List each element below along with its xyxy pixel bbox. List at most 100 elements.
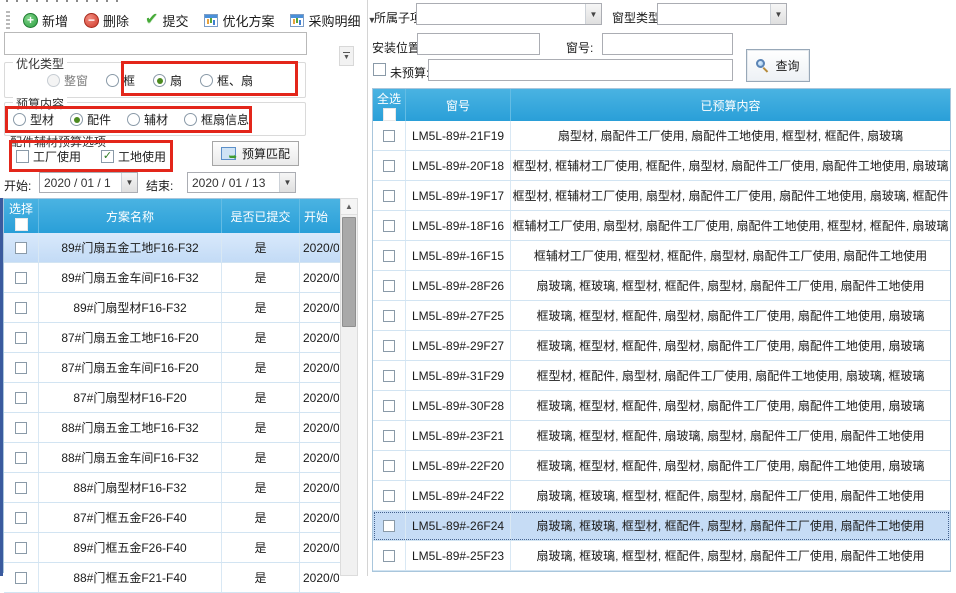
- budget-match-button[interactable]: 预算匹配: [212, 141, 299, 166]
- no-budget-checkbox[interactable]: [373, 63, 386, 76]
- radio-icon[interactable]: [70, 113, 83, 126]
- row-select-cell[interactable]: [373, 301, 406, 330]
- row-select-cell[interactable]: [373, 121, 406, 150]
- checkbox-icon[interactable]: [16, 150, 29, 163]
- select-all-checkbox[interactable]: [383, 108, 396, 121]
- chevron-down-icon[interactable]: ▼: [770, 4, 786, 24]
- row-checkbox[interactable]: [383, 430, 395, 442]
- row-checkbox[interactable]: [15, 242, 27, 254]
- radio-icon[interactable]: [13, 113, 26, 126]
- install-position-input[interactable]: [417, 33, 540, 55]
- scroll-up-arrow-icon[interactable]: ▲: [341, 199, 357, 215]
- table-row[interactable]: LM5L-89#-26F24扇玻璃, 框玻璃, 框型材, 框配件, 扇型材, 扇…: [373, 511, 950, 541]
- table-row[interactable]: 88#门框五金F21-F40是2020/0: [4, 563, 340, 593]
- plan-filter-input[interactable]: [4, 32, 307, 55]
- radio-option-辅材[interactable]: 辅材: [127, 111, 168, 128]
- row-checkbox[interactable]: [383, 130, 395, 142]
- row-select-cell[interactable]: [373, 451, 406, 480]
- row-select-cell[interactable]: [373, 331, 406, 360]
- submit-button[interactable]: ✔ 提交: [138, 8, 195, 33]
- table-row[interactable]: LM5L-89#-23F21框玻璃, 框型材, 框配件, 扇玻璃, 扇型材, 扇…: [373, 421, 950, 451]
- table-row[interactable]: 89#门框五金F26-F40是2020/0: [4, 533, 340, 563]
- radio-option-型材[interactable]: 型材: [13, 111, 54, 128]
- purchase-detail-button[interactable]: 采购明细 ▼: [283, 8, 383, 33]
- row-checkbox[interactable]: [383, 520, 395, 532]
- query-button[interactable]: 查询: [746, 49, 810, 82]
- table-row[interactable]: LM5L-89#-31F29框型材, 框配件, 扇型材, 扇配件工厂使用, 扇配…: [373, 361, 950, 391]
- row-checkbox[interactable]: [15, 302, 27, 314]
- delete-button[interactable]: − 删除: [77, 8, 136, 33]
- table-row[interactable]: LM5L-89#-27F25框玻璃, 框型材, 框配件, 扇型材, 扇配件工厂使…: [373, 301, 950, 331]
- sub-item-select[interactable]: ▼: [416, 3, 602, 25]
- table-row[interactable]: LM5L-89#-16F15框辅材工厂使用, 框型材, 框配件, 扇型材, 扇配…: [373, 241, 950, 271]
- row-checkbox[interactable]: [383, 460, 395, 472]
- row-checkbox[interactable]: [383, 160, 395, 172]
- table-row[interactable]: 89#门扇型材F16-F32是2020/0: [4, 293, 340, 323]
- scrollbar-thumb[interactable]: [342, 217, 356, 327]
- row-select-cell[interactable]: [4, 563, 39, 592]
- row-select-cell[interactable]: [373, 181, 406, 210]
- row-checkbox[interactable]: [383, 550, 395, 562]
- add-button[interactable]: + 新增: [16, 8, 75, 33]
- row-checkbox[interactable]: [383, 490, 395, 502]
- row-checkbox[interactable]: [383, 400, 395, 412]
- row-checkbox[interactable]: [15, 422, 27, 434]
- table-row[interactable]: LM5L-89#-30F28框玻璃, 框型材, 框配件, 扇型材, 扇配件工厂使…: [373, 391, 950, 421]
- radio-option-框、扇[interactable]: 框、扇: [200, 72, 253, 89]
- row-select-cell[interactable]: [4, 293, 39, 322]
- row-checkbox[interactable]: [15, 512, 27, 524]
- row-select-cell[interactable]: [373, 211, 406, 240]
- table-row[interactable]: 89#门扇五金车间F16-F32是2020/0: [4, 263, 340, 293]
- row-checkbox[interactable]: [383, 190, 395, 202]
- radio-option-框[interactable]: 框: [106, 72, 135, 89]
- table-row[interactable]: 87#门框五金F26-F40是2020/0: [4, 503, 340, 533]
- table-row[interactable]: LM5L-89#-22F20框玻璃, 框型材, 框配件, 扇型材, 扇配件工厂使…: [373, 451, 950, 481]
- plan-table-scrollbar[interactable]: ▲: [340, 198, 358, 576]
- window-no-input[interactable]: [602, 33, 733, 55]
- row-checkbox[interactable]: [15, 392, 27, 404]
- row-select-cell[interactable]: [4, 413, 39, 442]
- table-row[interactable]: 87#门扇五金车间F16-F20是2020/0: [4, 353, 340, 383]
- window-type-select[interactable]: ▼: [657, 3, 787, 25]
- start-date-picker[interactable]: 2020 / 01 / 1 ▼: [39, 172, 138, 193]
- row-checkbox[interactable]: [383, 340, 395, 352]
- row-select-cell[interactable]: [4, 383, 39, 412]
- row-checkbox[interactable]: [15, 272, 27, 284]
- checkbox-icon[interactable]: ✓: [101, 150, 114, 163]
- radio-icon[interactable]: [106, 74, 119, 87]
- row-checkbox[interactable]: [383, 310, 395, 322]
- table-row[interactable]: LM5L-89#-18F16框辅材工厂使用, 扇型材, 扇配件工厂使用, 扇配件…: [373, 211, 950, 241]
- table-row[interactable]: 87#门扇型材F16-F20是2020/0: [4, 383, 340, 413]
- row-select-cell[interactable]: [4, 233, 39, 262]
- toolbar-overflow-button[interactable]: ▼: [339, 46, 354, 66]
- table-row[interactable]: 88#门扇型材F16-F32是2020/0: [4, 473, 340, 503]
- row-select-cell[interactable]: [373, 481, 406, 510]
- checkbox-option-工厂使用[interactable]: 工厂使用: [16, 148, 81, 165]
- table-row[interactable]: LM5L-89#-20F18框型材, 框辅材工厂使用, 框配件, 扇型材, 扇配…: [373, 151, 950, 181]
- radio-option-配件[interactable]: 配件: [70, 111, 111, 128]
- row-checkbox[interactable]: [15, 482, 27, 494]
- row-select-cell[interactable]: [4, 533, 39, 562]
- row-select-cell[interactable]: [4, 443, 39, 472]
- checkbox-option-工地使用[interactable]: ✓工地使用: [101, 148, 166, 165]
- row-select-cell[interactable]: [4, 503, 39, 532]
- table-row[interactable]: LM5L-89#-29F27框玻璃, 框型材, 框配件, 扇型材, 扇配件工厂使…: [373, 331, 950, 361]
- radio-option-框扇信息[interactable]: 框扇信息: [184, 111, 249, 128]
- table-row[interactable]: LM5L-89#-19F17框型材, 框辅材工厂使用, 扇型材, 扇配件工厂使用…: [373, 181, 950, 211]
- table-row[interactable]: 87#门扇五金工地F16-F20是2020/0: [4, 323, 340, 353]
- chevron-down-icon[interactable]: ▼: [585, 4, 601, 24]
- row-select-cell[interactable]: [373, 541, 406, 570]
- row-select-cell[interactable]: [4, 263, 39, 292]
- table-row[interactable]: 88#门扇五金工地F16-F32是2020/0: [4, 413, 340, 443]
- row-checkbox[interactable]: [383, 220, 395, 232]
- radio-icon[interactable]: [184, 113, 197, 126]
- end-date-picker[interactable]: 2020 / 01 / 13 ▼: [187, 172, 296, 193]
- table-row[interactable]: LM5L-89#-25F23扇玻璃, 框玻璃, 框型材, 框配件, 扇型材, 扇…: [373, 541, 950, 571]
- radio-icon[interactable]: [127, 113, 140, 126]
- row-select-cell[interactable]: [4, 473, 39, 502]
- row-select-cell[interactable]: [4, 353, 39, 382]
- row-checkbox[interactable]: [15, 542, 27, 554]
- row-checkbox[interactable]: [15, 362, 27, 374]
- radio-icon[interactable]: [153, 74, 166, 87]
- row-select-cell[interactable]: [373, 241, 406, 270]
